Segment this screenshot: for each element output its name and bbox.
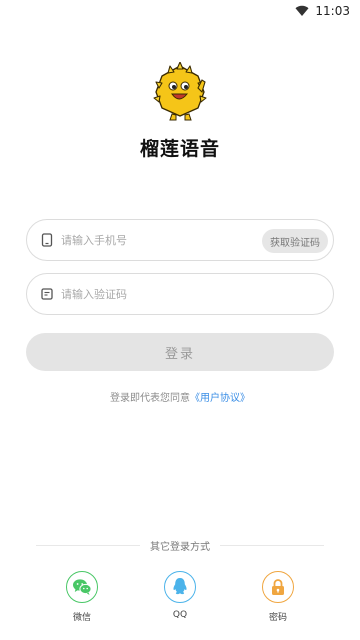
wechat-login-button[interactable] — [66, 571, 98, 603]
other-login-title: 其它登录方式 — [150, 541, 210, 553]
divider-line-right — [220, 544, 324, 546]
wifi-icon — [295, 5, 309, 17]
durian-logo — [153, 62, 207, 121]
phone-icon — [41, 233, 53, 247]
code-field[interactable] — [26, 273, 334, 315]
qq-login-button[interactable] — [164, 571, 196, 603]
code-input[interactable] — [61, 274, 333, 314]
verification-code-icon — [41, 288, 53, 300]
wechat-icon — [73, 579, 92, 595]
status-time: 11:03 — [315, 4, 350, 18]
qq-icon — [173, 578, 187, 595]
app-name: 榴莲语音 — [139, 138, 220, 160]
wechat-login-option[interactable]: 微信 — [57, 571, 107, 623]
lock-icon — [272, 579, 284, 595]
qq-label: QQ — [172, 610, 188, 620]
divider-line-left — [36, 544, 140, 546]
agreement-text: 登录即代表您同意《用户协议》 — [0, 389, 360, 404]
get-code-button[interactable]: 获取验证码 — [262, 229, 328, 253]
qq-login-option[interactable]: QQ — [155, 571, 205, 620]
other-login-divider: 其它登录方式 — [36, 538, 324, 553]
password-login-option[interactable]: 密码 — [253, 571, 303, 623]
user-agreement-link[interactable]: 《用户协议》 — [190, 393, 250, 404]
login-screen: 11:03 榴莲语音 请输入手机号 获取验证码 请输入验证码 登录 登录即代表您… — [0, 0, 360, 640]
password-label: 密码 — [268, 613, 287, 623]
status-bar: 11:03 — [0, 0, 360, 22]
phone-field[interactable]: 获取验证码 — [26, 219, 334, 261]
login-button[interactable]: 登录 — [26, 333, 334, 371]
agreement-prefix: 登录即代表您同意 — [110, 393, 190, 404]
wechat-label: 微信 — [72, 613, 91, 623]
password-login-button[interactable] — [262, 571, 294, 603]
